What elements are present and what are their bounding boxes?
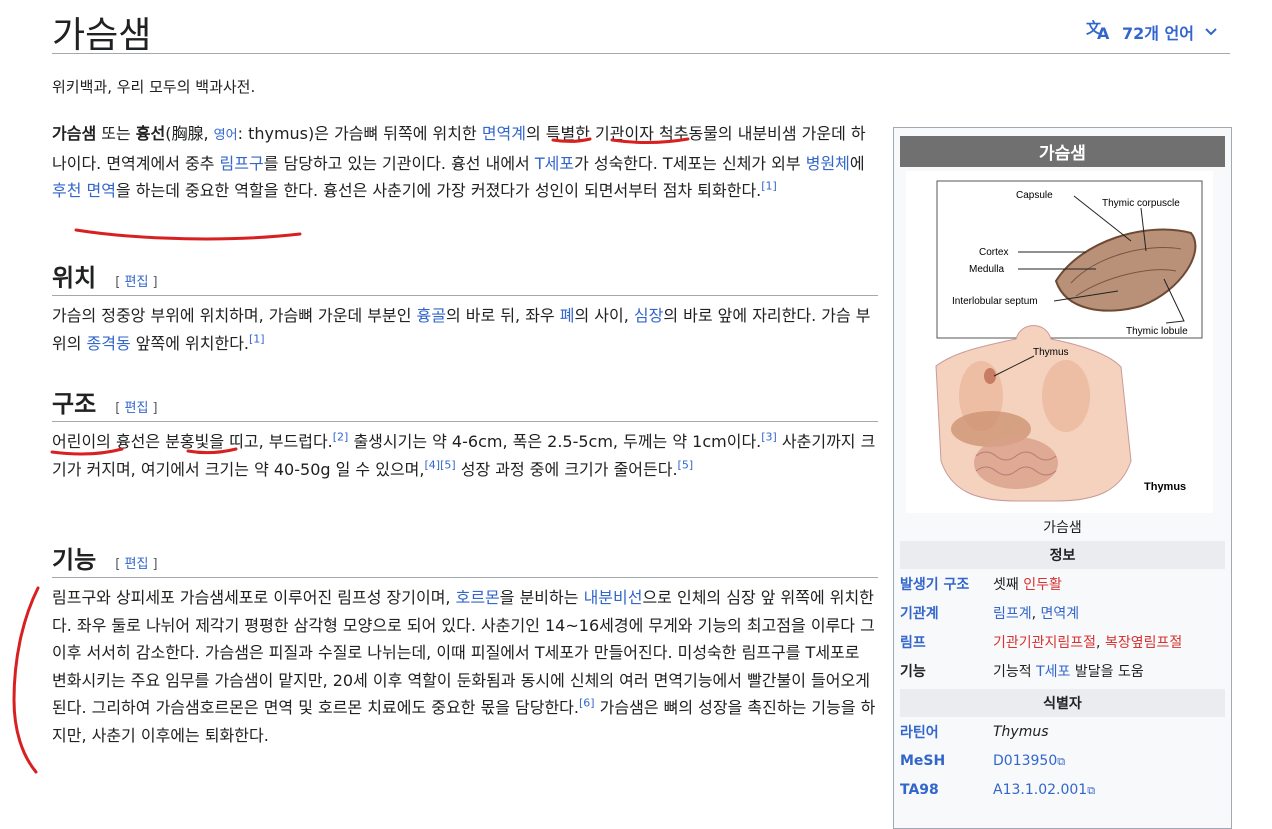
label-thymus: Thymus — [1033, 347, 1069, 358]
language-selector[interactable]: 文A 72개 언어 — [1086, 18, 1218, 45]
annotation-bracket — [12, 586, 40, 774]
link-immune-system-ib[interactable]: 면역계 — [1041, 606, 1080, 622]
section-title: 구조 — [52, 390, 97, 418]
ref-link[interactable]: [3] — [761, 431, 777, 444]
bold-term: 가슴샘 — [52, 124, 97, 143]
infobox-row: 기관계 림프계, 면역계 — [900, 598, 1225, 627]
row-key[interactable]: 기관계 — [900, 603, 993, 623]
annotation-underline — [74, 228, 302, 241]
intro-paragraph: 가슴샘 또는 흉선(胸腺, 영어: thymus)은 가슴뼈 뒤쪽에 위치한 면… — [52, 124, 866, 200]
ref-link[interactable]: [5] — [678, 458, 694, 471]
latin-value: Thymus — [993, 723, 1049, 740]
edit-link[interactable]: 편집 — [124, 401, 148, 416]
row-key[interactable]: 발생기 구조 — [900, 574, 993, 594]
link-immune-system[interactable]: 면역계 — [482, 124, 526, 143]
chevron-down-icon — [1204, 22, 1218, 41]
link-pharyngeal-arch[interactable]: 인두활 — [1023, 577, 1062, 593]
label-capsule: Capsule — [1016, 190, 1053, 201]
infobox-row: 발생기 구조 셋째 인두활 — [900, 569, 1225, 598]
link-parasternal-node[interactable]: 복장옆림프절 — [1105, 635, 1182, 651]
section-heading-structure: 구조 [ 편집 ] — [52, 384, 878, 422]
label-septum: Interlobular septum — [952, 296, 1038, 307]
link-t-cell-ib[interactable]: T세포 — [1036, 664, 1070, 680]
ref-link[interactable]: [5] — [440, 458, 456, 471]
ref-link[interactable]: [6] — [579, 697, 595, 710]
row-key[interactable]: 라틴어 — [900, 722, 993, 742]
row-key: 기능 — [900, 663, 926, 680]
section-title: 기능 — [52, 546, 97, 574]
link-t-cell[interactable]: T세포 — [535, 154, 574, 173]
label-medulla: Medulla — [969, 264, 1004, 275]
infobox-band-identifiers: 식별자 — [900, 689, 1225, 717]
svg-text:A: A — [1097, 24, 1110, 40]
translate-icon: 文A — [1086, 18, 1112, 45]
link-lung[interactable]: 폐 — [560, 306, 575, 325]
ref-link[interactable]: [1] — [761, 180, 777, 193]
link-lymphocyte[interactable]: 림프구 — [220, 154, 264, 173]
ref-link[interactable]: [1] — [249, 332, 265, 345]
link-pathogen[interactable]: 병원체 — [806, 154, 850, 173]
row-key[interactable]: 림프 — [900, 632, 993, 652]
link-adaptive-immunity[interactable]: 후천 면역 — [52, 181, 116, 200]
tagline: 위키백과, 우리 모두의 백과사전. — [52, 78, 256, 96]
infobox-row: 기능 기능적 T세포 발달을 도움 — [900, 656, 1225, 685]
section-title: 위치 — [52, 264, 97, 292]
link-mesh[interactable]: D013950 — [993, 753, 1057, 769]
link-lymphatic-system[interactable]: 림프계 — [993, 606, 1032, 622]
link-ta98[interactable]: A13.1.02.001 — [993, 782, 1087, 798]
infobox-row: 림프 기관기관지림프절, 복장옆림프절 — [900, 627, 1225, 656]
ref-link[interactable]: [4] — [424, 458, 440, 471]
link-heart[interactable]: 심장 — [634, 306, 663, 325]
link-sternum[interactable]: 흉골 — [417, 306, 446, 325]
link-hormone[interactable]: 호르몬 — [456, 588, 500, 607]
infobox-row: MeSH D013950⧉ — [900, 746, 1225, 775]
thymus-diagram-image[interactable]: Capsule Thymic corpuscle Cortex Medulla … — [906, 171, 1213, 513]
link-english[interactable]: 영어 — [214, 128, 238, 143]
infobox-band-info: 정보 — [900, 541, 1225, 569]
infobox-caption: 가슴샘 — [1043, 520, 1082, 536]
edit-link[interactable]: 편집 — [124, 275, 148, 290]
label-thymic-corpuscle: Thymic corpuscle — [1102, 198, 1180, 209]
thymus-illustration: Capsule Thymic corpuscle Cortex Medulla … — [935, 180, 1203, 502]
edit-link[interactable]: 편집 — [124, 557, 148, 572]
structure-paragraph: 어린이의 흉선은 분홍빛을 띠고, 부드럽다.[2] 출생시기는 약 4-6cm… — [52, 430, 876, 479]
location-paragraph: 가슴의 정중앙 부위에 위치하며, 가슴뼈 가운데 부분인 흉골의 바로 뒤, … — [52, 306, 871, 353]
bold-term: 흉선 — [135, 124, 166, 143]
function-paragraph: 림프구와 상피세포 가슴샘세포로 이루어진 림프성 장기이며, 호르몬을 분비하… — [52, 588, 876, 745]
row-key[interactable]: MeSH — [900, 753, 993, 769]
section-heading-location: 위치 [ 편집 ] — [52, 258, 878, 296]
infobox-title: 가슴샘 — [900, 136, 1225, 167]
row-key[interactable]: TA98 — [900, 782, 993, 798]
infobox-row: 라틴어 Thymus — [900, 717, 1225, 746]
link-endocrine-gland[interactable]: 내분비선 — [584, 588, 643, 607]
infobox: 가슴샘 Capsule Thymic corpuscle Cortex Medu… — [893, 127, 1232, 829]
external-link-icon: ⧉ — [1057, 754, 1066, 768]
label-cortex: Cortex — [979, 247, 1008, 258]
label-thymic-lobule: Thymic lobule — [1126, 326, 1188, 337]
link-tracheobronchial-node[interactable]: 기관기관지림프절 — [993, 635, 1096, 651]
label-thymus-bold: Thymus — [1144, 481, 1186, 493]
infobox-row: TA98 A13.1.02.001⧉ — [900, 775, 1225, 804]
ref-link[interactable]: [2] — [333, 431, 349, 444]
language-count: 72개 언어 — [1122, 23, 1194, 43]
link-mediastinum[interactable]: 종격동 — [87, 334, 131, 353]
title-divider — [52, 53, 1230, 54]
page-title: 가슴샘 — [52, 15, 152, 56]
section-heading-function: 기능 [ 편집 ] — [52, 540, 878, 578]
